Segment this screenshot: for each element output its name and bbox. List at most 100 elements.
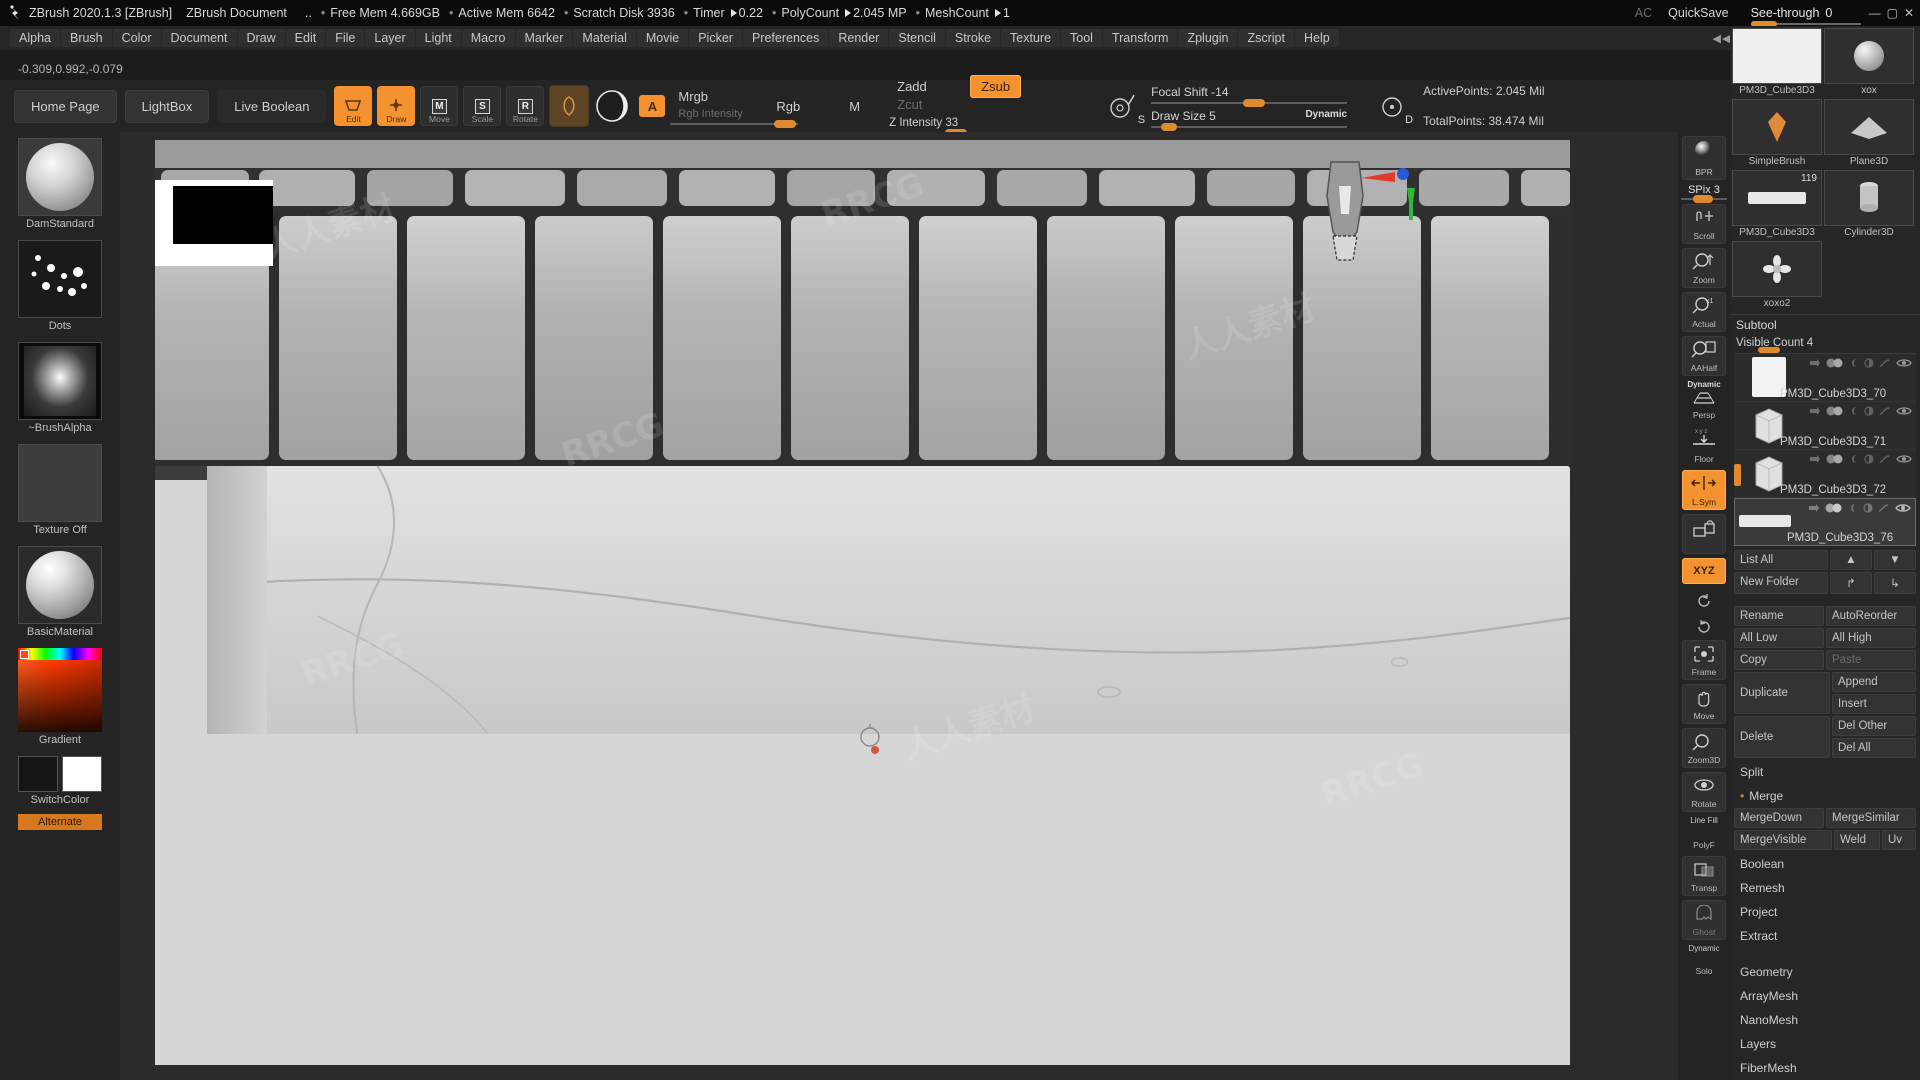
rgb-intensity-knob[interactable] (774, 119, 797, 128)
brush-thumb-icon[interactable] (18, 138, 102, 216)
tool-cell[interactable]: 119 PM3D_Cube3D3 (1732, 170, 1822, 239)
list-item-selected[interactable]: PM3D_Cube3D3_76 (1734, 498, 1916, 546)
tool-cell[interactable]: PM3D_Cube3D3 (1732, 28, 1822, 97)
section-split[interactable]: Split (1730, 760, 1920, 784)
lightbox-button[interactable]: LightBox (124, 89, 210, 123)
zcut-button[interactable]: Zcut (887, 94, 932, 115)
zsub-button[interactable]: Zsub (970, 75, 1022, 98)
rgb-intensity-track[interactable] (670, 119, 799, 128)
simplebrush-icon[interactable] (1732, 99, 1822, 155)
menu-item-draw[interactable]: Draw (237, 29, 285, 47)
menu-item-tool[interactable]: Tool (1061, 29, 1102, 47)
menu-item-render[interactable]: Render (829, 29, 889, 47)
maximize-button[interactable]: ▢ (1887, 7, 1898, 19)
section-merge[interactable]: Merge (1730, 784, 1920, 808)
merge-visible-button[interactable]: MergeVisible (1734, 830, 1832, 850)
color-picker-field[interactable] (18, 660, 102, 732)
brush-palette-item[interactable]: DamStandard (18, 138, 102, 236)
menu-item-preferences[interactable]: Preferences (742, 29, 829, 47)
menu-item-zplugin[interactable]: Zplugin (1178, 29, 1238, 47)
group-up-button[interactable]: ↱ (1830, 572, 1872, 594)
transform-gizmo-icon[interactable] (1355, 158, 1435, 238)
menu-item-color[interactable]: Color (112, 29, 161, 47)
zoom-button[interactable]: Zoom (1682, 248, 1726, 288)
visible-count-knob[interactable] (1758, 347, 1780, 353)
menu-item-brush[interactable]: Brush (60, 29, 112, 47)
tool-cell[interactable]: Cylinder3D (1824, 170, 1914, 239)
section-remesh[interactable]: Remesh (1730, 876, 1920, 900)
menu-item-zscript[interactable]: Zscript (1238, 29, 1294, 47)
secondary-color-swatch[interactable] (62, 756, 102, 792)
close-button[interactable]: ✕ (1904, 7, 1914, 19)
sphere-thumb-icon[interactable] (1824, 28, 1914, 84)
floor-button[interactable]: x y z Floor (1682, 426, 1726, 466)
focal-shift-icon-button[interactable]: S (1099, 84, 1145, 128)
rotate-button[interactable]: R Rotate (506, 86, 545, 126)
menu-item-light[interactable]: Light (415, 29, 461, 47)
bpr-button[interactable]: BPR (1682, 136, 1726, 180)
cube-thumb-icon[interactable] (1732, 28, 1822, 84)
flower-thumb-icon[interactable] (1732, 241, 1822, 297)
new-folder-button[interactable]: New Folder (1734, 572, 1828, 594)
stroke-palette-item[interactable]: Dots (18, 240, 102, 338)
menu-item-picker[interactable]: Picker (689, 29, 742, 47)
m-button[interactable]: M (839, 96, 870, 117)
transp-lock-button[interactable] (1682, 514, 1726, 554)
alpha-palette-item[interactable]: ~BrushAlpha (18, 342, 102, 440)
menu-item-marker[interactable]: Marker (515, 29, 573, 47)
color-picker[interactable] (18, 648, 102, 732)
section-nanomesh[interactable]: NanoMesh (1730, 1008, 1920, 1032)
rotate-ccw-button[interactable] (1682, 588, 1726, 610)
menu-item-document[interactable]: Document (161, 29, 237, 47)
switch-color-swatches[interactable] (18, 756, 102, 792)
scroll-button[interactable]: Scroll (1682, 204, 1726, 244)
mrgb-button[interactable]: Mrgb (668, 86, 718, 107)
see-through-slider[interactable]: See-through 0 (1750, 0, 1869, 27)
alpha-thumb-icon[interactable] (18, 342, 102, 420)
polyframe-button[interactable]: Line Fill PolyF (1682, 816, 1726, 852)
section-arraymesh[interactable]: ArrayMesh (1730, 984, 1920, 1008)
spix-track[interactable] (1681, 195, 1727, 203)
ghost-button[interactable]: Ghost (1682, 900, 1726, 940)
edit-button[interactable]: Edit (334, 86, 373, 126)
subtool-list[interactable]: PM3D_Cube3D3_70 PM3D_Cube3D3_71 PM3D_Cub… (1734, 353, 1916, 546)
primary-color-swatch[interactable] (18, 756, 58, 792)
quicksave-button[interactable]: QuickSave (1668, 6, 1750, 20)
current-material-button[interactable] (593, 85, 631, 127)
minimize-button[interactable]: — (1869, 7, 1881, 19)
home-page-button[interactable]: Home Page (14, 89, 117, 123)
append-button[interactable]: Append (1832, 672, 1916, 692)
uv-button[interactable]: Uv (1882, 830, 1916, 850)
zoom-3d-button[interactable]: Zoom3D (1682, 728, 1726, 768)
dots-stroke-icon[interactable] (18, 240, 102, 318)
current-brush-button[interactable] (549, 85, 590, 127)
rename-button[interactable]: Rename (1734, 606, 1824, 626)
material-sphere-icon[interactable] (18, 546, 102, 624)
list-item[interactable]: PM3D_Cube3D3_72 (1734, 450, 1916, 498)
canvas-area[interactable]: R RRCG 人人素材 (120, 132, 1730, 1080)
subtool-toggle-icons[interactable] (1808, 503, 1911, 513)
menu-item-texture[interactable]: Texture (1001, 29, 1061, 47)
menu-item-transform[interactable]: Transform (1102, 29, 1178, 47)
move-button[interactable]: M Move (420, 86, 459, 126)
menu-item-edit[interactable]: Edit (285, 29, 326, 47)
xyz-button[interactable]: XYZ (1682, 558, 1726, 584)
ac-toggle[interactable]: AC (1635, 6, 1668, 20)
section-boolean[interactable]: Boolean (1730, 852, 1920, 876)
list-item[interactable]: PM3D_Cube3D3_70 (1734, 354, 1916, 402)
draw-button[interactable]: Draw (377, 86, 416, 126)
focal-shift-knob[interactable] (1243, 98, 1266, 107)
perspective-button[interactable]: Dynamic Persp (1682, 380, 1726, 422)
menu-item-stencil[interactable]: Stencil (889, 29, 945, 47)
rotate-3d-button[interactable]: Rotate (1682, 772, 1726, 812)
aahalf-button[interactable]: AAHalf (1682, 336, 1726, 376)
draw-size-icon-button[interactable]: D (1373, 84, 1413, 128)
section-extract[interactable]: Extract (1730, 924, 1920, 948)
spix-slider[interactable]: SPix 3 (1681, 184, 1727, 203)
subtool-toggle-icons[interactable] (1809, 454, 1912, 464)
delete-button[interactable]: Delete (1734, 716, 1830, 758)
frame-button[interactable]: Frame (1682, 640, 1726, 680)
local-symmetry-button[interactable]: L.Sym (1682, 470, 1726, 510)
weld-button[interactable]: Weld (1834, 830, 1880, 850)
merge-similar-button[interactable]: MergeSimilar (1826, 808, 1916, 828)
